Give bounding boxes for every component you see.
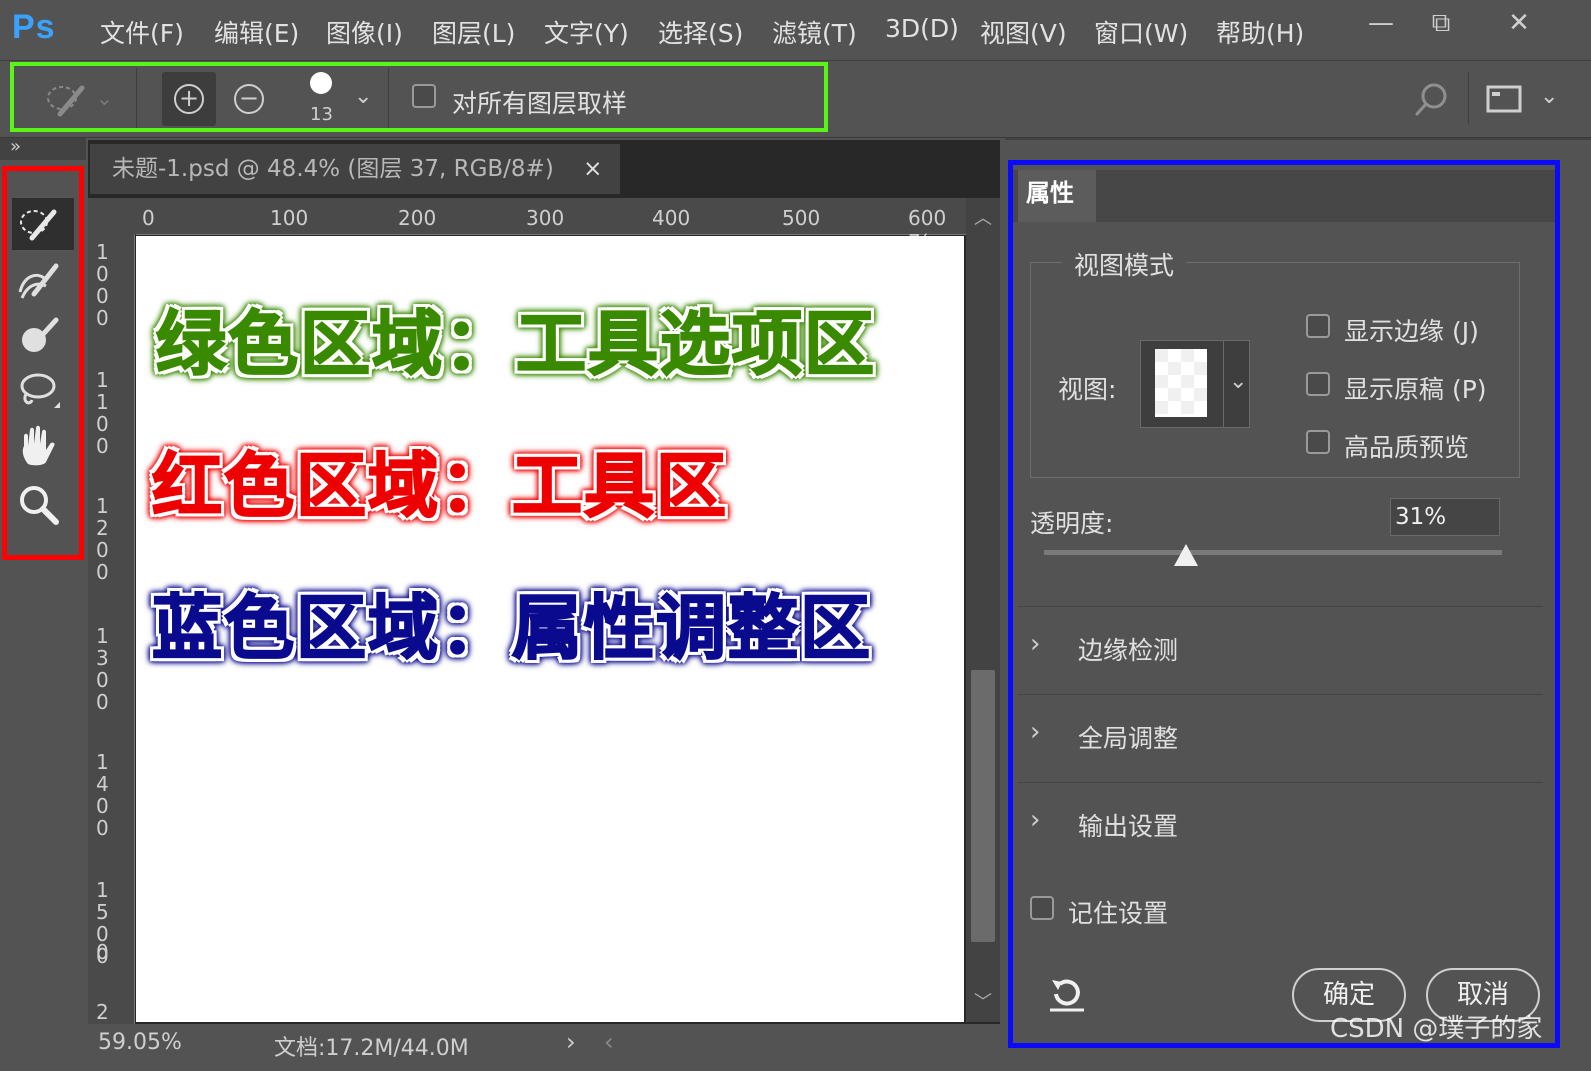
zoom-level[interactable]: 59.05% bbox=[98, 1030, 182, 1055]
workspace-icon[interactable] bbox=[1486, 84, 1524, 114]
annotation-red-text: 红色区域：工具区 bbox=[151, 444, 728, 528]
ruler-v-digit: 1 bbox=[96, 878, 109, 902]
menu-file[interactable]: 文件(F) bbox=[100, 14, 184, 50]
ruler-v-digit: 5 bbox=[96, 900, 109, 924]
horizontal-ruler[interactable]: 0 100 200 300 400 500 600 7( bbox=[136, 198, 966, 254]
ruler-v-digit: 2 bbox=[96, 1000, 109, 1024]
ruler-corner bbox=[88, 198, 136, 234]
workspace-dropdown[interactable]: ⌄ bbox=[1540, 84, 1558, 109]
minimize-button[interactable]: — bbox=[1350, 4, 1412, 42]
menu-layer[interactable]: 图层(L) bbox=[432, 14, 515, 50]
red-highlight-frame bbox=[2, 166, 84, 560]
status-bar: 59.05% 文档:17.2M/44.0M › ‹ bbox=[88, 1024, 1000, 1071]
document-tab-title: 未题-1.psd @ 48.4% (图层 37, RGB/8#) bbox=[112, 156, 554, 182]
ruler-v-digit: 1 bbox=[96, 368, 109, 392]
annotation-green-text: 绿色区域：工具选项区 bbox=[155, 302, 876, 386]
document-tab[interactable]: 未题-1.psd @ 48.4% (图层 37, RGB/8#) × bbox=[90, 144, 620, 194]
ruler-h-label: 500 bbox=[782, 206, 821, 230]
ruler-v-digit: 0 bbox=[96, 262, 109, 286]
ruler-v-digit: 4 bbox=[96, 772, 109, 796]
toolbar-collapse-strip: » bbox=[0, 136, 86, 160]
watermark: CSDN @璞子的家 bbox=[1330, 1014, 1543, 1044]
scroll-up-icon[interactable]: ︿ bbox=[974, 204, 992, 230]
menu-type[interactable]: 文字(Y) bbox=[544, 14, 629, 50]
blue-highlight-frame bbox=[1008, 160, 1560, 1048]
restore-button[interactable]: ⧉ bbox=[1410, 4, 1472, 42]
menu-edit[interactable]: 编辑(E) bbox=[214, 14, 299, 50]
ruler-v-digit: 1 bbox=[96, 240, 109, 264]
ruler-v-digit: 0 bbox=[96, 690, 109, 714]
ruler-v-digit: 0 bbox=[96, 538, 109, 562]
ruler-v-digit: 0 bbox=[96, 306, 109, 330]
ruler-v-digit: 3 bbox=[96, 646, 109, 670]
scrollbar-thumb[interactable] bbox=[971, 670, 995, 942]
ruler-h-label: 300 bbox=[526, 206, 565, 230]
ruler-v-digit: 1 bbox=[96, 494, 109, 518]
ruler-v-digit: 0 bbox=[96, 434, 109, 458]
expand-toolbar-icon[interactable]: » bbox=[10, 136, 21, 157]
annotation-blue-text: 蓝色区域：属性调整区 bbox=[151, 586, 872, 670]
ruler-h-label: 200 bbox=[398, 206, 437, 230]
menu-3d[interactable]: 3D(D) bbox=[885, 14, 959, 43]
vertical-ruler[interactable]: 10001100120013001400150002 bbox=[88, 234, 135, 1024]
ruler-h-label: 400 bbox=[652, 206, 691, 230]
menu-window[interactable]: 窗口(W) bbox=[1094, 14, 1188, 50]
search-icon[interactable] bbox=[1412, 80, 1452, 120]
close-document-icon[interactable]: × bbox=[583, 156, 602, 182]
ruler-v-digit: 0 bbox=[96, 668, 109, 692]
close-button[interactable]: ✕ bbox=[1488, 4, 1550, 42]
menu-image[interactable]: 图像(I) bbox=[326, 14, 403, 50]
hscroll-left-icon[interactable]: ‹ bbox=[604, 1028, 614, 1056]
scroll-down-icon[interactable]: ﹀ bbox=[974, 988, 992, 1014]
canvas[interactable]: 绿色区域：工具选项区 红色区域：工具区 蓝色区域：属性调整区 bbox=[136, 236, 964, 1022]
photoshop-logo: Ps bbox=[12, 8, 56, 46]
status-menu-arrow-icon[interactable]: › bbox=[566, 1028, 576, 1056]
ruler-v-digit: 0 bbox=[96, 412, 109, 436]
ruler-v-digit: 0 bbox=[96, 560, 109, 584]
ruler-v-digit: 1 bbox=[96, 624, 109, 648]
menu-filter[interactable]: 滤镜(T) bbox=[772, 14, 857, 50]
options-divider bbox=[1468, 72, 1469, 124]
menu-help[interactable]: 帮助(H) bbox=[1216, 14, 1304, 50]
ruler-v-digit: 0 bbox=[96, 816, 109, 840]
ruler-v-digit: 0 bbox=[96, 284, 109, 308]
ruler-v-digit: 1 bbox=[96, 750, 109, 774]
menu-select[interactable]: 选择(S) bbox=[658, 14, 743, 50]
green-highlight-frame bbox=[10, 62, 828, 132]
ruler-v-digit: 0 bbox=[96, 940, 109, 964]
menu-view[interactable]: 视图(V) bbox=[980, 14, 1067, 50]
ruler-v-digit: 2 bbox=[96, 516, 109, 540]
document-size: 文档:17.2M/44.0M bbox=[274, 1036, 469, 1061]
ruler-v-digit: 0 bbox=[96, 794, 109, 818]
ruler-h-label: 0 bbox=[142, 206, 155, 230]
ruler-v-digit: 1 bbox=[96, 390, 109, 414]
ruler-h-label: 100 bbox=[270, 206, 309, 230]
